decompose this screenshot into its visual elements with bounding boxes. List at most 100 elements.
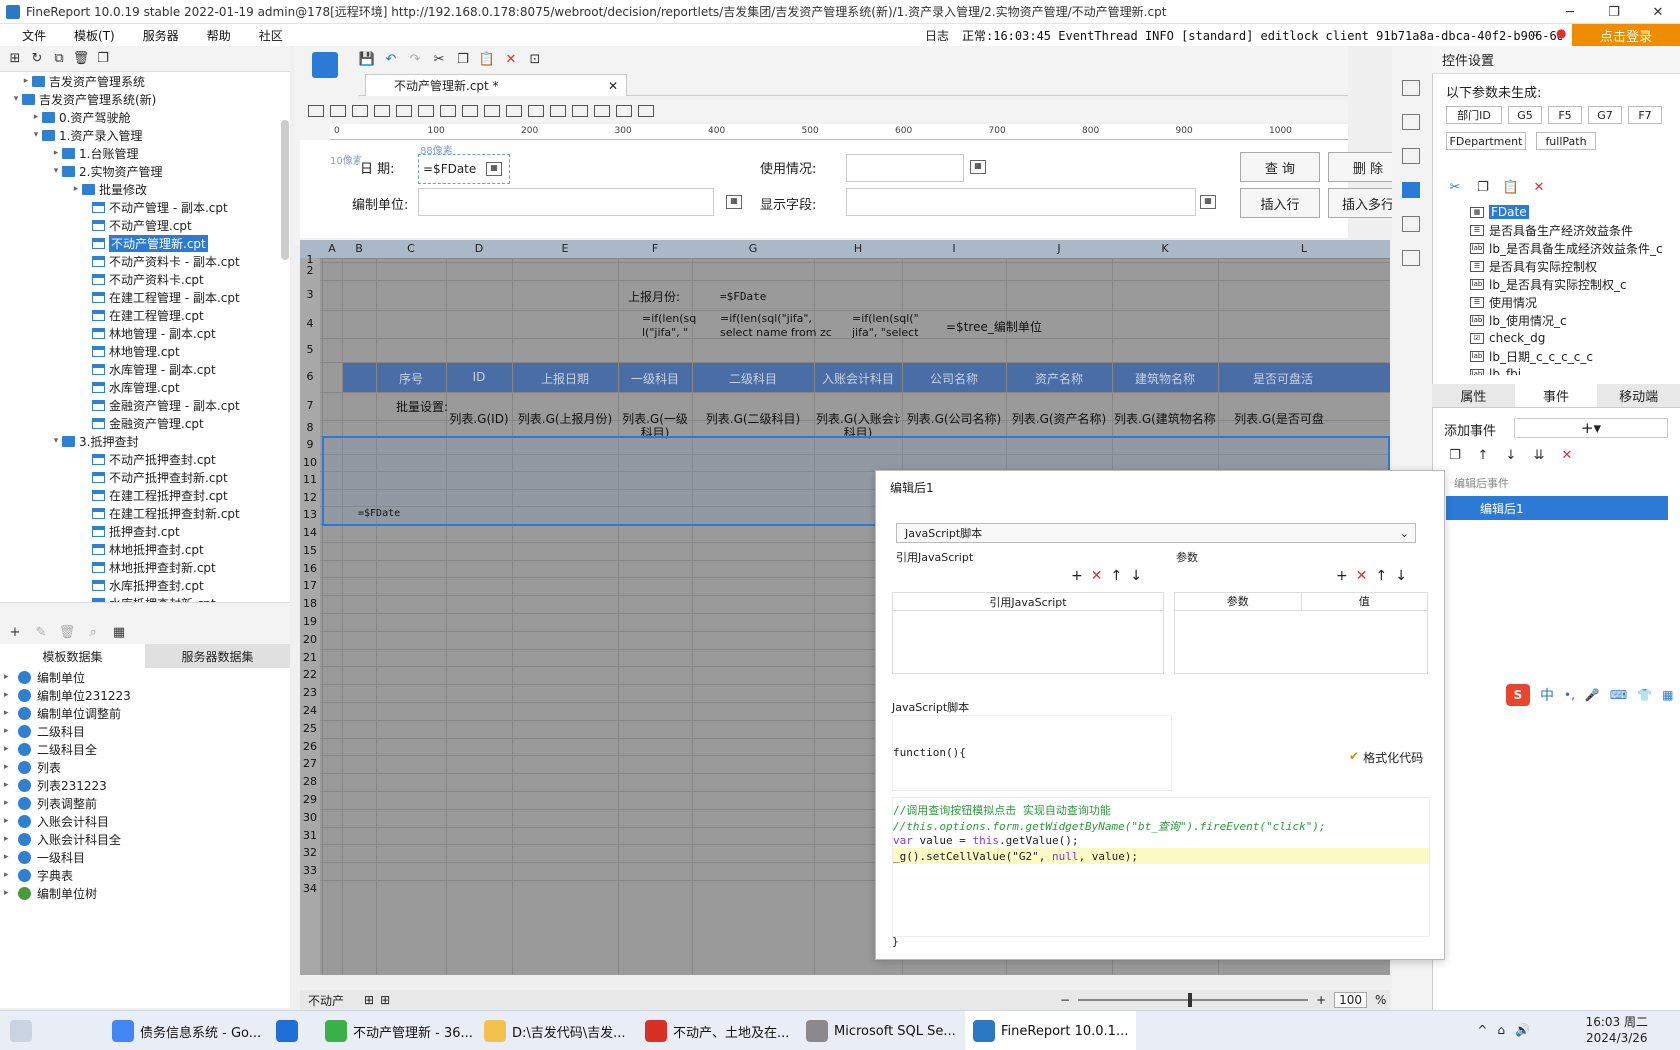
row-header-cell[interactable]: 32	[300, 846, 320, 859]
date-calendar-icon[interactable]: ▦	[486, 162, 502, 176]
cell-c10[interactable]: =$FDate	[358, 508, 400, 519]
taskbar-app[interactable]: Microsoft SQL Se...	[806, 1011, 956, 1050]
tree-toggle-icon[interactable]: ▾	[50, 436, 62, 446]
tree-item[interactable]: 林地管理.cpt	[0, 342, 290, 360]
tree-toggle-icon[interactable]: ▾	[50, 166, 62, 176]
tree-item[interactable]: 金融资产管理.cpt	[0, 414, 290, 432]
menu-template[interactable]: 模板(T)	[60, 27, 129, 44]
missing-param-tag[interactable]: F7	[1628, 106, 1662, 124]
taskbar-app[interactable]: 不动产、土地及在...	[645, 1011, 789, 1050]
dataset-toggle-icon[interactable]: ▸	[4, 726, 14, 736]
network-icon[interactable]: ⌂	[1497, 1023, 1505, 1037]
missing-param-tag[interactable]: FDepartment	[1446, 132, 1526, 150]
redo-icon[interactable]: ↷	[406, 50, 424, 68]
missing-param-tag[interactable]: fullPath	[1536, 132, 1596, 150]
missing-param-tag[interactable]: F5	[1548, 106, 1582, 124]
ref-js-add-icon[interactable]: +	[1071, 568, 1083, 584]
punct-icon[interactable]: •,	[1564, 688, 1575, 702]
condition-icon[interactable]	[1402, 148, 1420, 164]
event-copy-icon[interactable]: ❐	[1446, 446, 1464, 464]
dataset-item[interactable]: ▸ 二级科目	[0, 722, 290, 740]
tree-item[interactable]: 林地管理 - 副本.cpt	[0, 324, 290, 342]
dataset-item[interactable]: ▸ 列表	[0, 758, 290, 776]
tree-item[interactable]: 水库管理 - 副本.cpt	[0, 360, 290, 378]
add-event-button[interactable]: +▾	[1514, 418, 1668, 438]
row-header-cell[interactable]: 34	[300, 882, 320, 895]
delete-dataset-icon[interactable]: 🗑	[58, 623, 76, 641]
tree-item[interactable]: ▾ 3.抵押查封	[0, 432, 290, 450]
params-table[interactable]: 参数 值	[1174, 592, 1428, 674]
zoom-out-icon[interactable]: −	[1060, 993, 1070, 1007]
dataset-toggle-icon[interactable]: ▸	[4, 780, 14, 790]
widget-cut-icon[interactable]: ✂	[1446, 178, 1464, 196]
taskbar-app[interactable]: 不动产管理新 - 36...	[325, 1011, 473, 1050]
code-editor[interactable]: //调用查询按钮模拟点击 实现自动查询功能 //this.options.for…	[892, 797, 1430, 937]
row-header-cell[interactable]: 6	[300, 370, 320, 383]
skin-icon[interactable]: 👕	[1637, 688, 1652, 702]
dataset-item[interactable]: ▸ 入账会计科目全	[0, 830, 290, 848]
maximize-button[interactable]: ❐	[1592, 0, 1636, 24]
menu-server[interactable]: 服务器	[129, 27, 193, 44]
tree-item[interactable]: 抵押查封.cpt	[0, 522, 290, 540]
row-header-cell[interactable]: 16	[300, 562, 320, 575]
dataset-toggle-icon[interactable]: ▸	[4, 762, 14, 772]
format-code-button[interactable]: ✔ 格式化代码	[1349, 749, 1423, 766]
widget-list-item[interactable]: lab lb_fbi...	[1470, 365, 1670, 375]
tree-item[interactable]: 林地抵押查封.cpt	[0, 540, 290, 558]
dataset-toggle-icon[interactable]: ▸	[4, 870, 14, 880]
button-widget-icon[interactable]	[352, 105, 368, 117]
tree-widget-icon[interactable]	[572, 105, 588, 117]
widget-paste-icon[interactable]: 📋	[1502, 178, 1520, 196]
tree-toggle-icon[interactable]: ▸	[50, 148, 62, 158]
widget-copy-icon[interactable]: ❐	[1474, 178, 1492, 196]
sheet-tab-budongchan[interactable]: 不动产	[308, 992, 344, 1009]
tree-item[interactable]: 不动产资料卡 - 副本.cpt	[0, 252, 290, 270]
zoom-slider[interactable]	[1078, 993, 1309, 1007]
widget-list-item[interactable]: ☑ check_dg	[1470, 329, 1670, 347]
taskbar-app[interactable]: FineReport 10.0.1...	[965, 1011, 1137, 1050]
widget-list-item[interactable]: ☰ 是否具有实际控制权	[1470, 257, 1670, 275]
ref-js-table[interactable]: 引用JavaScript	[892, 592, 1164, 674]
tray-expand-icon[interactable]: ^	[1477, 1023, 1487, 1037]
column-header-cell[interactable]: I	[902, 242, 1006, 255]
row-header-cell[interactable]: 21	[300, 651, 320, 664]
list-widget-icon[interactable]	[396, 105, 412, 117]
add-dataset-icon[interactable]: +	[6, 623, 24, 641]
row-header-cell[interactable]: 31	[300, 829, 320, 842]
tree-item[interactable]: ▾ 吉发资产管理系统(新)	[0, 90, 290, 108]
cell-row7[interactable]: 列表.G(公司名称)	[904, 412, 1004, 426]
column-header-cell[interactable]: K	[1112, 242, 1218, 255]
zoom-value[interactable]: 100	[1334, 992, 1368, 1008]
table-header-cell[interactable]: ID	[446, 370, 512, 384]
column-header-cell[interactable]: B	[342, 242, 376, 255]
cut-icon[interactable]: ✂	[430, 50, 448, 68]
cell-row7[interactable]: 列表.G(上报月份)	[514, 412, 616, 426]
taskbar-app[interactable]	[276, 1011, 298, 1050]
menu-help[interactable]: 帮助	[193, 27, 245, 44]
tree-item[interactable]: 不动产管理.cpt	[0, 216, 290, 234]
log-label[interactable]: 日志	[925, 27, 949, 44]
search-icon[interactable]: ⌕	[1532, 26, 1539, 41]
column-header-cell[interactable]: D	[446, 242, 512, 255]
delete-doc-icon[interactable]: ✕	[502, 50, 520, 68]
cell-g2[interactable]: =$FDate	[720, 290, 766, 303]
tree-item[interactable]: ▸ 0.资产驾驶舱	[0, 108, 290, 126]
table-header-cell[interactable]: 序号	[376, 370, 446, 387]
row-header-cell[interactable]: 17	[300, 579, 320, 592]
taskbar-app[interactable]: D:\吉发代码\吉发...	[484, 1011, 626, 1050]
cell-f3[interactable]: =if(len(sq l("jifa", "	[642, 312, 696, 340]
tree-hscroll[interactable]	[0, 602, 290, 620]
row-header-cell[interactable]: 8	[300, 421, 320, 434]
tree-item[interactable]: 水库抵押查封新.cpt	[0, 594, 290, 602]
tree-item[interactable]: ▸ 吉发资产管理系统	[0, 72, 290, 90]
tree-toggle-icon[interactable]: ▸	[30, 112, 42, 122]
event-up-icon[interactable]: ↑	[1474, 446, 1492, 464]
column-header-cell[interactable]: H	[814, 242, 902, 255]
column-header-cell[interactable]: C	[376, 242, 446, 255]
usage-input[interactable]	[846, 154, 964, 182]
missing-param-tag[interactable]: 部门ID	[1446, 106, 1502, 124]
preview-icon[interactable]: ⊡	[526, 50, 544, 68]
text-widget-icon[interactable]	[528, 105, 544, 117]
widget-list-item[interactable]: lab lb_是否具有实际控制权_c	[1470, 275, 1670, 293]
dataset-settings-icon[interactable]: ▦	[110, 623, 128, 641]
